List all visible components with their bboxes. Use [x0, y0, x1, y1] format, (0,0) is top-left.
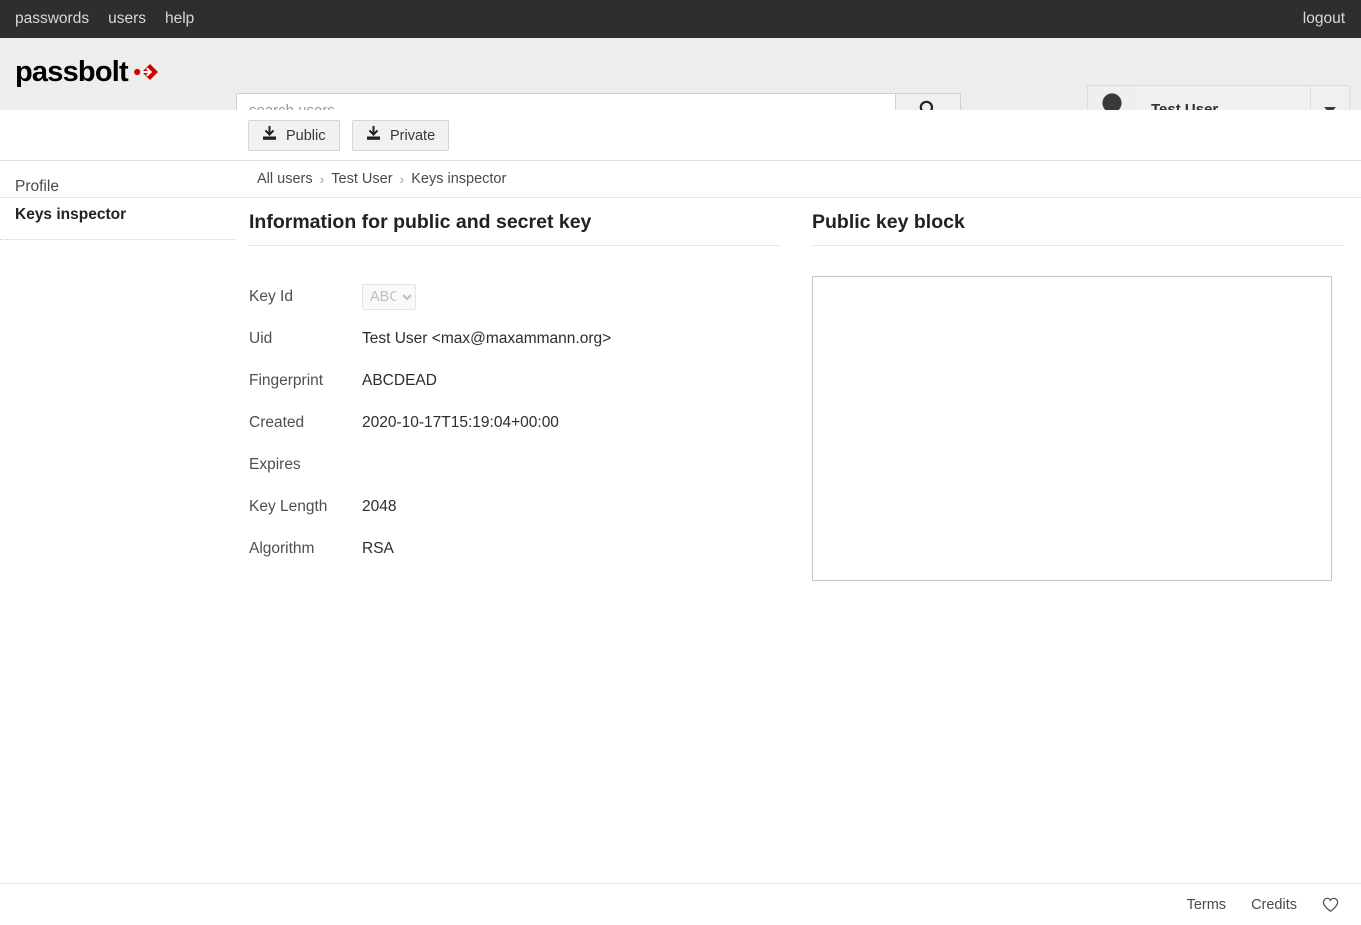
section-divider [812, 245, 1343, 247]
breadcrumb-item-all-users[interactable]: All users [257, 171, 313, 187]
key-id-row: Key Id ABC [249, 276, 779, 318]
breadcrumb-item-keys-inspector[interactable]: Keys inspector [411, 171, 506, 187]
uid-value: Test User <max@maxammann.org> [362, 330, 612, 348]
app-header: passbolt Te [0, 38, 1361, 134]
breadcrumb-item-test-user[interactable]: Test User [331, 171, 392, 187]
algorithm-value: RSA [362, 540, 394, 558]
key-length-value: 2048 [362, 498, 397, 516]
page-footer: Terms Credits [0, 883, 1361, 925]
section-divider [249, 245, 779, 247]
breadcrumb-separator-icon: › [319, 171, 325, 187]
fingerprint-label: Fingerprint [249, 372, 324, 390]
fingerprint-value: ABCDEAD [362, 372, 437, 390]
download-private-key-button[interactable]: Private [352, 120, 450, 151]
passbolt-arrow-mark-icon [133, 59, 159, 85]
sidebar: Profile Keys inspector [0, 161, 236, 240]
key-information-panel: Information for public and secret key Ke… [249, 210, 779, 570]
key-length-label: Key Length [249, 498, 328, 516]
nav-help[interactable]: help [165, 0, 194, 38]
uid-row: Uid Test User <max@maxammann.org> [249, 318, 779, 360]
sidebar-item-profile[interactable]: Profile [0, 173, 236, 201]
key-id-value: ABC [362, 284, 416, 311]
logout-link[interactable]: logout [1303, 10, 1345, 27]
footer-link-credits[interactable]: Credits [1251, 897, 1297, 913]
sidebar-item-keys-inspector[interactable]: Keys inspector [0, 201, 236, 229]
top-nav-right: logout [1303, 10, 1361, 28]
download-public-key-button[interactable]: Public [248, 120, 340, 151]
download-private-key-label: Private [390, 127, 436, 144]
expires-row: Expires [249, 444, 779, 486]
key-length-row: Key Length 2048 [249, 486, 779, 528]
key-id-label: Key Id [249, 288, 293, 306]
breadcrumb: All users › Test User › Keys inspector [257, 171, 506, 187]
fingerprint-row: Fingerprint ABCDEAD [249, 360, 779, 402]
created-label: Created [249, 414, 305, 432]
logo-wordmark: passbolt [15, 55, 129, 88]
top-nav-links: passwords users help [0, 0, 213, 38]
uid-label: Uid [249, 330, 273, 348]
created-row: Created 2020-10-17T15:19:04+00:00 [249, 402, 779, 444]
passbolt-logo[interactable]: passbolt [15, 56, 159, 88]
expires-label: Expires [249, 456, 301, 474]
public-key-block-title: Public key block [812, 211, 965, 233]
top-navigation-bar: passwords users help logout [0, 0, 1361, 38]
download-icon [262, 125, 277, 145]
key-id-select[interactable]: ABC [362, 284, 416, 311]
heart-icon[interactable] [1322, 897, 1339, 913]
algorithm-label: Algorithm [249, 540, 315, 558]
breadcrumb-separator-icon: › [399, 171, 405, 187]
nav-users[interactable]: users [108, 0, 146, 38]
public-key-block-textarea[interactable] [812, 276, 1332, 582]
nav-passwords[interactable]: passwords [15, 0, 89, 38]
public-key-block-panel: Public key block [812, 210, 1343, 582]
footer-link-terms[interactable]: Terms [1187, 897, 1226, 913]
action-toolbar: Public Private [0, 110, 1361, 161]
algorithm-row: Algorithm RSA [249, 528, 779, 570]
created-value: 2020-10-17T15:19:04+00:00 [362, 414, 559, 432]
download-icon [366, 125, 381, 145]
key-information-title: Information for public and secret key [249, 211, 592, 233]
download-public-key-label: Public [286, 127, 326, 144]
